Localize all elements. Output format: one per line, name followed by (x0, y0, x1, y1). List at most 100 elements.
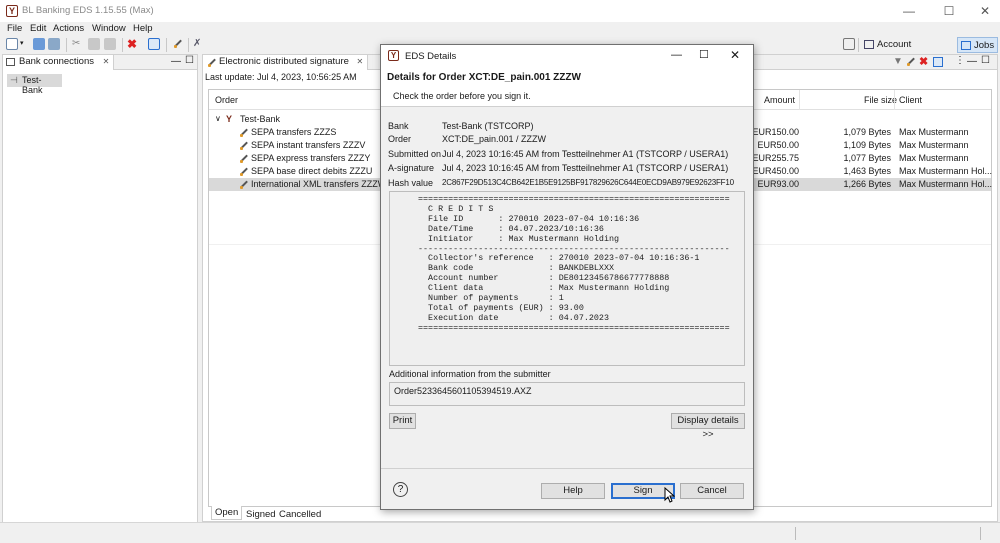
signature-pending-icon (239, 180, 248, 189)
row-order: SEPA instant transfers ZZZV (251, 140, 366, 150)
cancel-button[interactable]: Cancel (680, 483, 744, 499)
maximize-button[interactable]: ☐ (936, 3, 962, 19)
dialog-maximize-button[interactable]: ☐ (699, 48, 709, 61)
filter-icon[interactable]: ▼ (893, 56, 903, 67)
menu-actions[interactable]: Actions (53, 23, 84, 34)
minimize-button[interactable]: — (896, 3, 922, 19)
dialog-subheading: Check the order before you sign it. (393, 91, 531, 101)
account-statements-icon (864, 40, 874, 49)
title-bar: Y BL Banking EDS 1.15.55 (Max) — ☐ ✕ (0, 0, 1000, 22)
column-amount[interactable]: Amount (764, 95, 795, 105)
dialog-title-bar: Y EDS Details — ☐ ✕ (381, 45, 753, 67)
bank-connections-panel: Bank connections ✕ — ☐ ⊣ Test-Bank (2, 54, 198, 543)
sign-pen-icon[interactable] (172, 38, 184, 50)
bank-icon (6, 58, 15, 66)
menu-file[interactable]: File (7, 23, 22, 34)
refresh-icon[interactable] (148, 38, 160, 50)
open-icon[interactable] (33, 38, 45, 50)
close-tab-icon[interactable]: ✕ (103, 57, 110, 66)
signature-pending-icon (239, 167, 248, 176)
tree-group-test-bank[interactable]: ∨ Y Test-Bank (215, 113, 375, 125)
row-amount: EUR93.00 (757, 179, 799, 189)
dialog-title: EDS Details (405, 51, 457, 62)
cut-icon[interactable]: ✂ (72, 38, 84, 50)
perspective-jobs[interactable]: Jobs (957, 37, 998, 53)
help-button[interactable]: Help (541, 483, 605, 499)
display-details-button[interactable]: Display details >> (671, 413, 745, 440)
bank-logo-icon: Y (226, 114, 233, 124)
dialog-minimize-button[interactable]: — (671, 49, 682, 61)
view-menu-icon[interactable]: ⋮ (955, 55, 965, 66)
mouse-cursor-icon (664, 487, 675, 503)
additional-info-label: Additional information from the submitte… (389, 369, 551, 379)
row-file-size: 1,109 Bytes (843, 140, 891, 150)
row-amount: EUR150.00 (752, 127, 799, 137)
row-amount: EUR450.00 (752, 166, 799, 176)
minimize-view-icon[interactable]: — (171, 56, 181, 67)
expand-icon[interactable]: ∨ (215, 113, 221, 125)
tree-item-test-bank[interactable]: ⊣ Test-Bank (7, 74, 62, 95)
field-hash-value: Hash value 2C867F29D513C4CB642E1B5E9125BF… (388, 178, 734, 188)
menu-window[interactable]: Window (92, 23, 126, 34)
bank-node-icon: ⊣ (10, 75, 18, 85)
row-client: Max Mustermann (899, 127, 969, 137)
save-icon[interactable] (48, 38, 60, 50)
row-order: International XML transfers ZZZW (251, 179, 387, 189)
maximize-view-icon[interactable]: ☐ (185, 55, 194, 66)
eds-icon (207, 58, 216, 67)
new-icon[interactable] (6, 38, 18, 50)
field-a-signature: A-signature Jul 4, 2023 10:16:45 AM from … (388, 163, 729, 173)
tab-open[interactable]: Open (211, 506, 243, 520)
field-order: Order XCT:DE_pain.001 / ZZZW (388, 134, 547, 144)
row-file-size: 1,463 Bytes (843, 166, 891, 176)
row-client: Max Mustermann Hol... (899, 166, 993, 176)
menu-help[interactable]: Help (133, 23, 153, 34)
signature-pending-icon (239, 154, 248, 163)
dropdown-arrow-icon[interactable]: ▾ (20, 38, 26, 50)
order-memo[interactable]: ========================================… (389, 191, 745, 366)
jobs-icon (961, 41, 971, 50)
open-perspective-icon[interactable] (843, 38, 855, 50)
tab-cancelled[interactable]: Cancelled (279, 509, 321, 520)
column-order[interactable]: Order (215, 95, 238, 105)
print-button[interactable]: Print (389, 413, 416, 429)
field-bank: Bank Test-Bank (TSTCORP) (388, 121, 534, 131)
signature-pending-icon (239, 141, 248, 150)
bottom-tabs: Open Signed Cancelled (208, 506, 408, 522)
tab-signed[interactable]: Signed (246, 509, 276, 520)
signature-pending-icon (239, 128, 248, 137)
dialog-close-button[interactable]: ✕ (730, 48, 740, 62)
close-button[interactable]: ✕ (972, 3, 998, 19)
tab-bank-connections[interactable]: Bank connections ✕ (3, 55, 115, 70)
row-file-size: 1,079 Bytes (843, 127, 891, 137)
menu-edit[interactable]: Edit (30, 23, 46, 34)
eds-details-dialog: Y EDS Details — ☐ ✕ Details for Order XC… (380, 44, 754, 510)
minimize-view-icon[interactable]: — (967, 56, 977, 67)
last-update: Last update: Jul 4, 2023, 10:56:25 AM (205, 72, 357, 82)
row-amount: EUR50.00 (757, 140, 799, 150)
column-file-size[interactable]: File size (864, 95, 897, 105)
row-amount: EUR255.75 (752, 153, 799, 163)
row-order: SEPA transfers ZZZS (251, 127, 337, 137)
delete-toolbar-icon[interactable]: ✖ (919, 55, 928, 68)
help-icon[interactable]: ? (393, 482, 408, 497)
paste-icon[interactable] (104, 38, 116, 50)
row-order: SEPA base direct debits ZZZU (251, 166, 373, 176)
refresh-toolbar-icon[interactable] (933, 57, 943, 67)
dialog-header: Details for Order XCT:DE_pain.001 ZZZW C… (381, 67, 753, 107)
dialog-app-icon: Y (388, 50, 399, 61)
dialog-heading: Details for Order XCT:DE_pain.001 ZZZW (387, 72, 581, 83)
tab-eds[interactable]: Electronic distributed signature ✕ (203, 55, 369, 70)
tools-icon[interactable]: ✗ (193, 38, 205, 50)
row-client: Max Mustermann (899, 153, 969, 163)
column-client[interactable]: Client (899, 95, 922, 105)
app-icon: Y (6, 5, 18, 17)
maximize-view-icon[interactable]: ☐ (981, 55, 990, 66)
perspective-account-statements[interactable]: Account statements (861, 37, 956, 66)
delete-icon[interactable]: ✖ (127, 38, 139, 50)
additional-info-field[interactable]: Order5233645601105394519.AXZ (389, 382, 745, 406)
row-file-size: 1,266 Bytes (843, 179, 891, 189)
row-client: Max Mustermann (899, 140, 969, 150)
copy-icon[interactable] (88, 38, 100, 50)
close-tab-icon[interactable]: ✕ (357, 57, 364, 66)
